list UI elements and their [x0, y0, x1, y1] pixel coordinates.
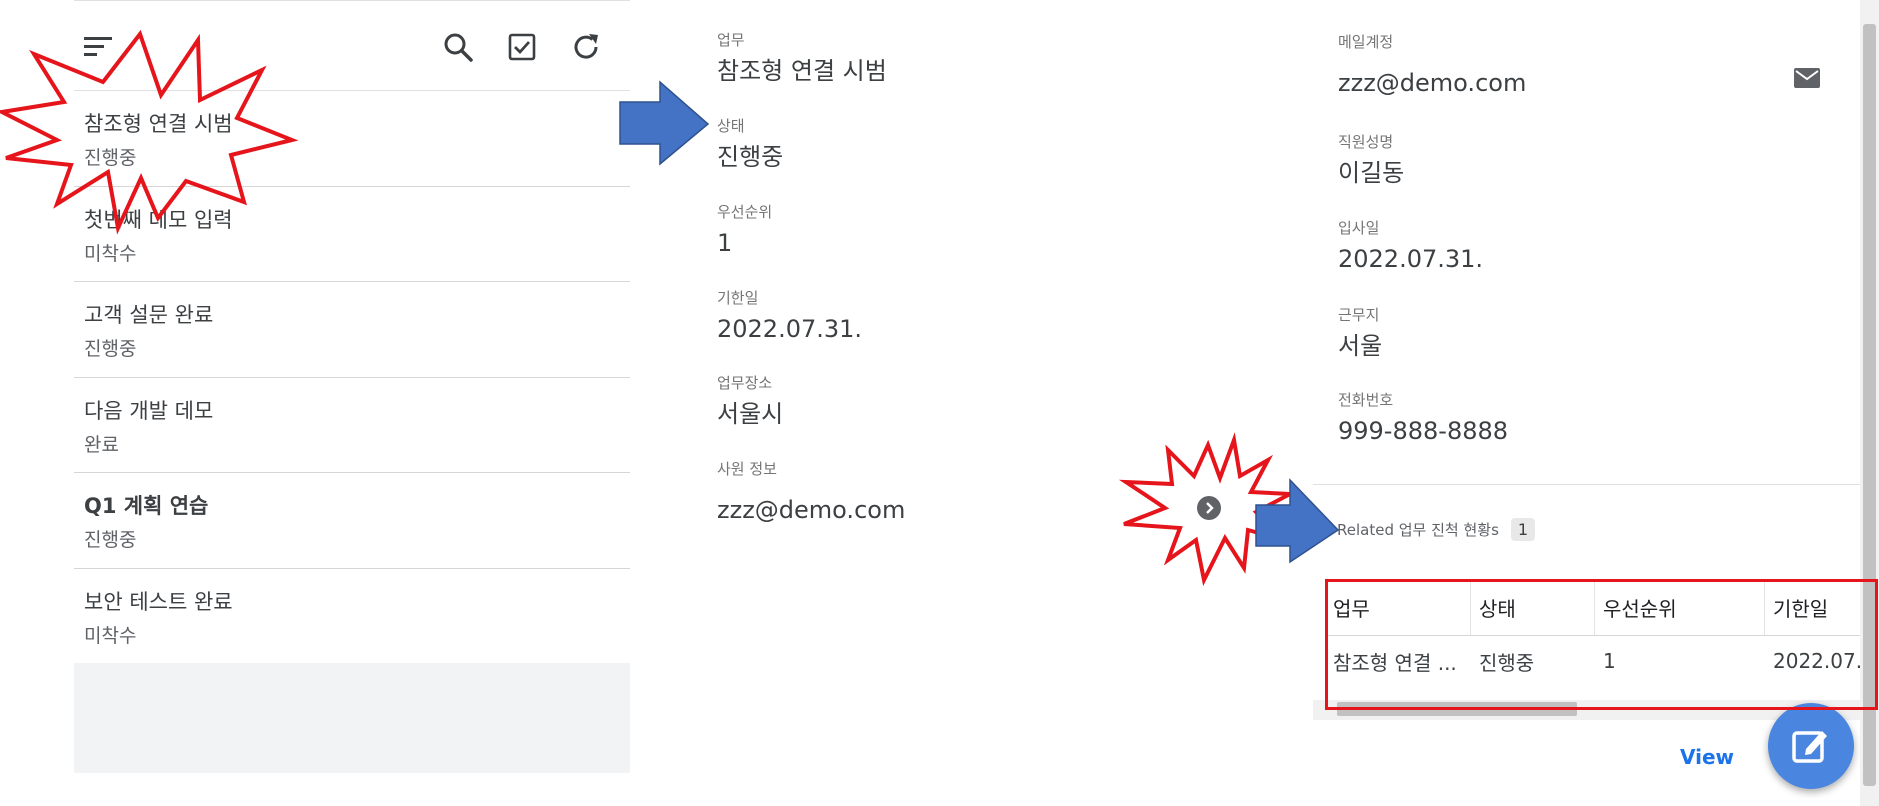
field-value: 서울 [1338, 332, 1383, 360]
divider [1313, 484, 1863, 485]
field-value: 이길동 [1338, 159, 1405, 187]
field-label: 기한일 [717, 289, 759, 307]
list-item[interactable]: 다음 개발 데모 완료 [74, 378, 630, 473]
field-label: 근무지 [1338, 306, 1380, 324]
item-title: 보안 테스트 완료 [84, 589, 233, 614]
field-value: 2022.07.31. [1338, 245, 1484, 273]
field-label: 상태 [717, 117, 745, 135]
item-status: 완료 [84, 433, 119, 456]
mail-icon[interactable] [1794, 68, 1820, 88]
highlight-box [1325, 579, 1878, 710]
list-empty-area [74, 663, 630, 773]
field-value: 서울시 [717, 400, 784, 428]
field-label: 입사일 [1338, 219, 1380, 237]
checkbox-icon[interactable] [504, 29, 540, 65]
name-field: 직원성명 이길동 [1338, 132, 1404, 190]
employee-link[interactable]: zzz@demo.com [717, 493, 905, 527]
field-label: 업무장소 [717, 374, 773, 392]
field-value: zzz@demo.com [1338, 69, 1527, 97]
search-icon[interactable] [440, 29, 476, 65]
task-detail-panel: 업무 참조형 연결 시범 상태 진행중 우선순위 1 기한일 2022.07.3… [717, 0, 1277, 806]
location-field: 업무장소 서울시 [717, 373, 783, 431]
related-count-badge: 1 [1510, 518, 1536, 541]
field-label: 업무 [717, 31, 745, 49]
list-item[interactable]: 보안 테스트 완료 미착수 [74, 569, 630, 664]
field-label: 메일계정 [1338, 33, 1394, 51]
task-field: 업무 참조형 연결 시범 [717, 30, 887, 88]
employee-info-field: 사원 정보 zzz@demo.com [717, 459, 905, 527]
arrow-right-annotation [619, 80, 710, 166]
list-item[interactable]: 고객 설문 완료 진행중 [74, 282, 630, 378]
joined-field: 입사일 2022.07.31. [1338, 218, 1483, 276]
refresh-icon[interactable] [568, 29, 604, 65]
item-title: 고객 설문 완료 [84, 303, 214, 327]
edit-fab-button[interactable] [1768, 703, 1854, 789]
related-header: Related 업무 진척 현황s 1 [1337, 518, 1536, 541]
phone-field: 전화번호 999-888-8888 [1338, 390, 1508, 448]
priority-field: 우선순위 1 [717, 202, 772, 260]
list-toolbar [74, 1, 630, 91]
email-field: 메일계정 zzz@demo.com [1338, 32, 1526, 100]
field-label: 직원성명 [1338, 133, 1394, 151]
chevron-right-icon[interactable] [1197, 496, 1221, 520]
field-value: 진행중 [717, 143, 784, 171]
item-title: Q1 계획 연습 [84, 494, 209, 518]
field-value: 1 [717, 229, 733, 257]
task-list-panel: 참조형 연결 시범 진행중 첫번째 데모 입력 미착수 고객 설문 완료 진행중… [74, 0, 630, 773]
edit-icon [1792, 731, 1827, 763]
field-label: 전화번호 [1338, 391, 1394, 409]
item-status: 미착수 [84, 624, 137, 647]
item-title: 다음 개발 데모 [84, 398, 214, 423]
item-title: 첫번째 데모 입력 [84, 207, 233, 232]
list-item[interactable]: 첫번째 데모 입력 미착수 [74, 187, 630, 282]
field-value: 2022.07.31. [717, 315, 863, 343]
view-button[interactable]: View [1680, 745, 1734, 769]
item-status: 진행중 [84, 529, 137, 551]
item-status: 미착수 [84, 242, 137, 265]
item-title: 참조형 연결 시범 [84, 112, 233, 136]
list-item[interactable]: Q1 계획 연습 진행중 [74, 473, 630, 569]
field-label: 우선순위 [717, 203, 773, 221]
related-label: Related 업무 진척 현황s [1337, 521, 1499, 539]
due-date-field: 기한일 2022.07.31. [717, 288, 862, 346]
status-field: 상태 진행중 [717, 116, 783, 174]
field-value: 참조형 연결 시범 [717, 57, 887, 85]
field-label: 사원 정보 [717, 460, 777, 478]
menu-icon[interactable] [80, 29, 116, 65]
list-item[interactable]: 참조형 연결 시범 진행중 [74, 91, 630, 187]
item-status: 진행중 [84, 147, 137, 169]
workplace-field: 근무지 서울 [1338, 305, 1382, 363]
field-value: 999-888-8888 [1338, 417, 1509, 445]
item-status: 진행중 [84, 338, 137, 360]
